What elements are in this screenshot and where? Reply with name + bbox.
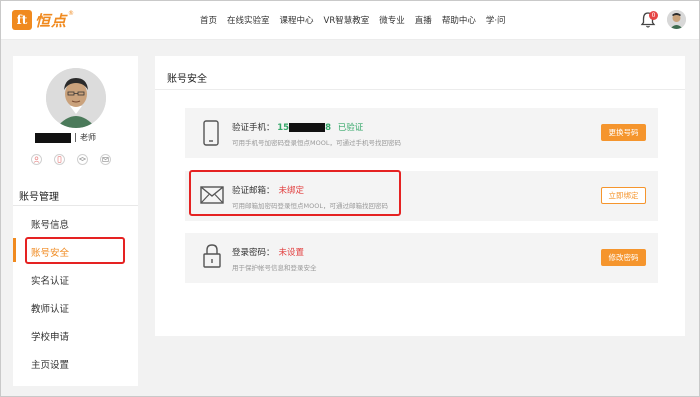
nav-live[interactable]: 直播 <box>415 14 432 26</box>
profile-avatar[interactable] <box>46 68 106 128</box>
teacher-verify-icon[interactable] <box>77 154 88 165</box>
email-verify-icon[interactable] <box>100 154 111 165</box>
phone-icon <box>203 120 219 146</box>
profile-name-row: 老师 <box>35 132 96 143</box>
user-avatar[interactable] <box>667 10 686 29</box>
page-title: 账号安全 <box>167 74 207 85</box>
top-header: ft 恒点 ® 首页 在线实验室 课程中心 VR智慧教室 微专业 直播 帮助中心… <box>0 0 700 40</box>
change-password-button[interactable]: 修改密码 <box>601 249 646 266</box>
phone-status: 已验证 <box>337 123 364 133</box>
nav-micro-major[interactable]: 微专业 <box>379 14 405 26</box>
site-logo[interactable]: ft 恒点 ® <box>12 10 74 30</box>
phone-prefix: 15 <box>277 123 290 133</box>
verification-icons <box>31 154 123 165</box>
nav-qa[interactable]: 学·问 <box>486 14 506 26</box>
highlight-box-email <box>189 170 401 216</box>
name-separator <box>75 133 76 142</box>
phone-suffix: 8 <box>325 123 331 133</box>
logo-text: 恒点 <box>35 11 68 30</box>
active-indicator <box>13 238 16 262</box>
nav-course-center[interactable]: 课程中心 <box>280 14 314 26</box>
nav-vr-classroom[interactable]: VR智慧教室 <box>324 14 370 26</box>
password-description: 用于保护帐号信息和登录安全 <box>232 264 317 272</box>
phone-verify-row: 验证手机： 15 8 已验证 可用手机号加密码登录恒点MOOL，可通过手机号找回密… <box>185 108 658 158</box>
account-management-title: 账号管理 <box>19 192 59 203</box>
lock-icon <box>203 244 221 268</box>
logo-badge: ft <box>12 10 32 30</box>
highlight-box-sidebar <box>25 237 125 264</box>
phone-redacted <box>289 123 326 132</box>
user-verify-icon[interactable] <box>31 154 42 165</box>
bind-now-button[interactable]: 立即绑定 <box>601 187 646 204</box>
sidebar-item-realname-auth[interactable]: 实名认证 <box>31 273 69 287</box>
nav-help-center[interactable]: 帮助中心 <box>442 14 476 26</box>
nav-home[interactable]: 首页 <box>200 14 217 26</box>
sidebar-item-homepage-settings[interactable]: 主页设置 <box>31 357 69 371</box>
nav-online-lab[interactable]: 在线实验室 <box>227 14 270 26</box>
sidebar-item-school-apply[interactable]: 学校申请 <box>31 329 69 343</box>
password-label-line: 登录密码： 未设置 <box>232 246 304 258</box>
phone-label: 验证手机： <box>232 123 275 133</box>
sidebar-item-account-info[interactable]: 账号信息 <box>31 217 69 231</box>
password-status: 未设置 <box>278 248 305 258</box>
sidebar-item-teacher-auth[interactable]: 教师认证 <box>31 301 69 315</box>
change-number-button[interactable]: 更换号码 <box>601 124 646 141</box>
phone-verify-icon[interactable] <box>54 154 65 165</box>
logo-registered-mark: ® <box>68 9 75 17</box>
redacted-name <box>35 132 71 143</box>
profile-role: 老师 <box>80 133 96 142</box>
main-nav: 首页 在线实验室 课程中心 VR智慧教室 微专业 直播 帮助中心 学·问 <box>200 14 516 26</box>
password-label: 登录密码： <box>232 248 275 258</box>
phone-label-line: 验证手机： 15 8 已验证 <box>232 121 363 133</box>
notification-badge: 0 <box>649 11 658 20</box>
sidebar: 老师 账号管理 账号信息 账号安全 实名认证 教师认证 学校申请 主页设置 <box>13 56 138 386</box>
title-divider <box>155 89 685 90</box>
phone-description: 可用手机号加密码登录恒点MOOL，可通过手机号找回密码 <box>232 139 401 147</box>
password-row: 登录密码： 未设置 用于保护帐号信息和登录安全 修改密码 <box>185 233 658 283</box>
sidebar-divider <box>13 205 138 206</box>
